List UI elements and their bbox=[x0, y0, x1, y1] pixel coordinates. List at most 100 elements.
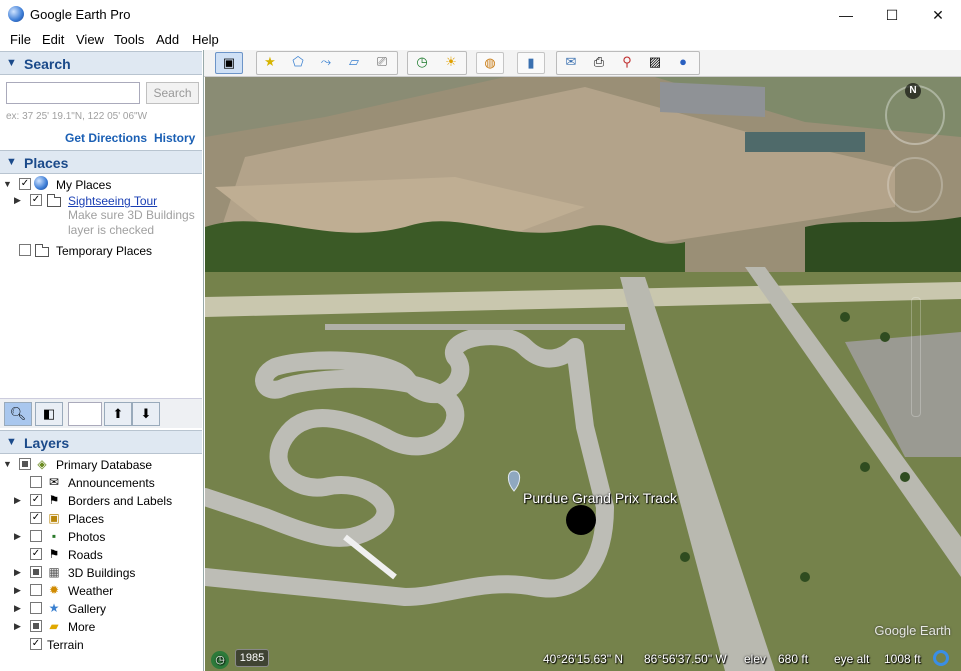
layer-label: Announcements bbox=[68, 476, 155, 490]
north-indicator[interactable]: N bbox=[905, 83, 921, 99]
collapse-arrow-icon[interactable]: ▼ bbox=[3, 179, 12, 189]
layer-checkbox[interactable] bbox=[30, 584, 42, 596]
expand-arrow-icon[interactable]: ▶ bbox=[14, 495, 21, 506]
sunlight-button[interactable]: ☀ bbox=[437, 52, 465, 74]
layer-checkbox[interactable]: ✓ bbox=[30, 512, 42, 524]
sightseeing-tour-link[interactable]: Sightseeing Tour bbox=[68, 194, 157, 208]
layer-checkbox[interactable] bbox=[19, 458, 31, 470]
historical-imagery-icon[interactable]: ◷ bbox=[211, 651, 229, 669]
add-polygon-button[interactable]: ⬠ bbox=[284, 52, 312, 74]
layer-checkbox[interactable] bbox=[30, 476, 42, 488]
layer-primary-database[interactable]: ▼ ◈ Primary Database bbox=[0, 457, 200, 475]
layer-checkbox[interactable]: ✓ bbox=[30, 638, 42, 650]
print-button[interactable]: ⎙ bbox=[585, 52, 613, 74]
layer-label: Places bbox=[68, 512, 105, 526]
layer-label: Weather bbox=[68, 584, 114, 598]
search-input[interactable] bbox=[6, 82, 140, 104]
layer-checkbox[interactable] bbox=[30, 530, 42, 542]
expand-arrow-icon[interactable]: ▶ bbox=[14, 621, 21, 632]
earth-3d-view[interactable]: N Purdue Grand Prix Track Google Earth ◷… bbox=[205, 77, 961, 671]
layer-photos[interactable]: ▶ ▪ Photos bbox=[0, 529, 200, 547]
layer-terrain[interactable]: ✓ Terrain bbox=[0, 637, 200, 655]
layer-checkbox[interactable] bbox=[30, 620, 42, 632]
add-placemark-button[interactable]: ★ bbox=[256, 52, 284, 74]
road-icon: ⚑ bbox=[48, 547, 60, 561]
layer-label: Primary Database bbox=[56, 458, 153, 472]
historical-imagery-button[interactable]: ◷ bbox=[408, 52, 436, 74]
layer-checkbox[interactable] bbox=[30, 602, 42, 614]
layer-announcements[interactable]: ✉ Announcements bbox=[0, 475, 200, 493]
save-image-button[interactable]: ▨ bbox=[641, 52, 669, 74]
earth-view-button[interactable]: ● bbox=[669, 52, 697, 74]
expand-arrow-icon[interactable]: ▶ bbox=[14, 585, 21, 596]
layers-panel-header[interactable]: ▼ Layers bbox=[0, 430, 202, 454]
move-up-button[interactable]: ⬆ bbox=[104, 402, 132, 426]
search-button[interactable]: Search bbox=[146, 82, 199, 104]
places-header-label: Places bbox=[24, 155, 69, 171]
view-in-maps-button[interactable]: ⚲ bbox=[613, 52, 641, 74]
layer-checkbox[interactable]: ✓ bbox=[30, 548, 42, 560]
layer-checkbox[interactable]: ✓ bbox=[30, 494, 42, 506]
layer-borders-labels[interactable]: ▶ ✓ ⚑ Borders and Labels bbox=[0, 493, 200, 511]
collapse-triangle-icon: ▼ bbox=[6, 57, 17, 69]
menu-view[interactable]: View bbox=[76, 32, 104, 47]
record-tour-button[interactable]: ⎚ bbox=[368, 52, 396, 74]
temporary-places-checkbox[interactable] bbox=[19, 244, 31, 256]
layer-checkbox[interactable] bbox=[30, 566, 42, 578]
add-overlay-button[interactable]: ▱ bbox=[340, 52, 368, 74]
folder-icon bbox=[35, 244, 49, 257]
layer-weather[interactable]: ▶ ✹ Weather bbox=[0, 583, 200, 601]
database-icon: ◈ bbox=[37, 457, 47, 471]
search-places-button[interactable]: 🔍︎ bbox=[4, 402, 32, 426]
email-button[interactable]: ✉ bbox=[557, 52, 585, 74]
layer-more[interactable]: ▶ ▰ More bbox=[0, 619, 200, 637]
menu-bar: File Edit View Tools Add Help bbox=[0, 30, 961, 50]
menu-file[interactable]: File bbox=[10, 32, 31, 47]
pan-control[interactable] bbox=[887, 157, 943, 213]
toggle-sidebar-button[interactable]: ▣ bbox=[215, 52, 243, 74]
search-header-label: Search bbox=[24, 56, 71, 72]
history-link[interactable]: History bbox=[154, 131, 195, 145]
my-places-label: My Places bbox=[56, 178, 112, 192]
places-filter-input[interactable] bbox=[68, 402, 102, 426]
layer-label: Gallery bbox=[68, 602, 107, 616]
photo-icon: ▪ bbox=[51, 529, 57, 543]
minimize-button[interactable]: — bbox=[823, 0, 869, 30]
move-down-button[interactable]: ⬇ bbox=[132, 402, 160, 426]
layer-gallery[interactable]: ▶ ★ Gallery bbox=[0, 601, 200, 619]
my-places-checkbox[interactable]: ✓ bbox=[19, 178, 31, 190]
toggle-panel-button[interactable]: ◧ bbox=[35, 402, 63, 426]
places-panel-header[interactable]: ▼ Places bbox=[0, 150, 202, 174]
menu-tools[interactable]: Tools bbox=[114, 32, 144, 47]
sidebar-icon: ▣ bbox=[222, 55, 236, 70]
close-button[interactable]: ✕ bbox=[915, 0, 961, 30]
ruler-button[interactable]: ▮ bbox=[517, 52, 545, 74]
menu-add[interactable]: Add bbox=[156, 32, 179, 47]
add-path-button[interactable]: ⤳ bbox=[312, 52, 340, 74]
expand-arrow-icon[interactable]: ▶ bbox=[14, 531, 21, 542]
expand-arrow-icon[interactable]: ▶ bbox=[14, 195, 21, 206]
placemark-label[interactable]: Purdue Grand Prix Track bbox=[523, 490, 677, 506]
layer-3d-buildings[interactable]: ▶ ▦ 3D Buildings bbox=[0, 565, 200, 583]
expand-arrow-icon[interactable]: ▶ bbox=[14, 567, 21, 578]
elevation-label: elev bbox=[744, 652, 767, 666]
sunrise-icon: ☀ bbox=[445, 54, 457, 69]
switch-planet-button[interactable]: ◍ bbox=[476, 52, 504, 74]
ruler-icon: ▮ bbox=[527, 55, 535, 70]
printer-icon: ⎙ bbox=[593, 54, 605, 69]
layer-places[interactable]: ✓ ▣ Places bbox=[0, 511, 200, 529]
collapse-arrow-icon[interactable]: ▼ bbox=[3, 459, 12, 469]
menu-help[interactable]: Help bbox=[192, 32, 219, 47]
expand-arrow-icon[interactable]: ▶ bbox=[14, 603, 21, 614]
sightseeing-checkbox[interactable]: ✓ bbox=[30, 194, 42, 206]
layer-roads[interactable]: ✓ ⚑ Roads bbox=[0, 547, 200, 565]
aerial-imagery bbox=[205, 77, 961, 671]
folder-icon bbox=[47, 194, 61, 207]
menu-edit[interactable]: Edit bbox=[42, 32, 64, 47]
search-panel-header[interactable]: ▼ Search bbox=[0, 51, 202, 75]
imagery-year-badge[interactable]: 1985 bbox=[235, 649, 269, 667]
tree-item-temporary-places[interactable]: Temporary Places bbox=[0, 243, 200, 261]
zoom-slider[interactable] bbox=[911, 297, 921, 417]
maximize-button[interactable]: ☐ bbox=[869, 0, 915, 30]
get-directions-link[interactable]: Get Directions bbox=[65, 131, 147, 145]
